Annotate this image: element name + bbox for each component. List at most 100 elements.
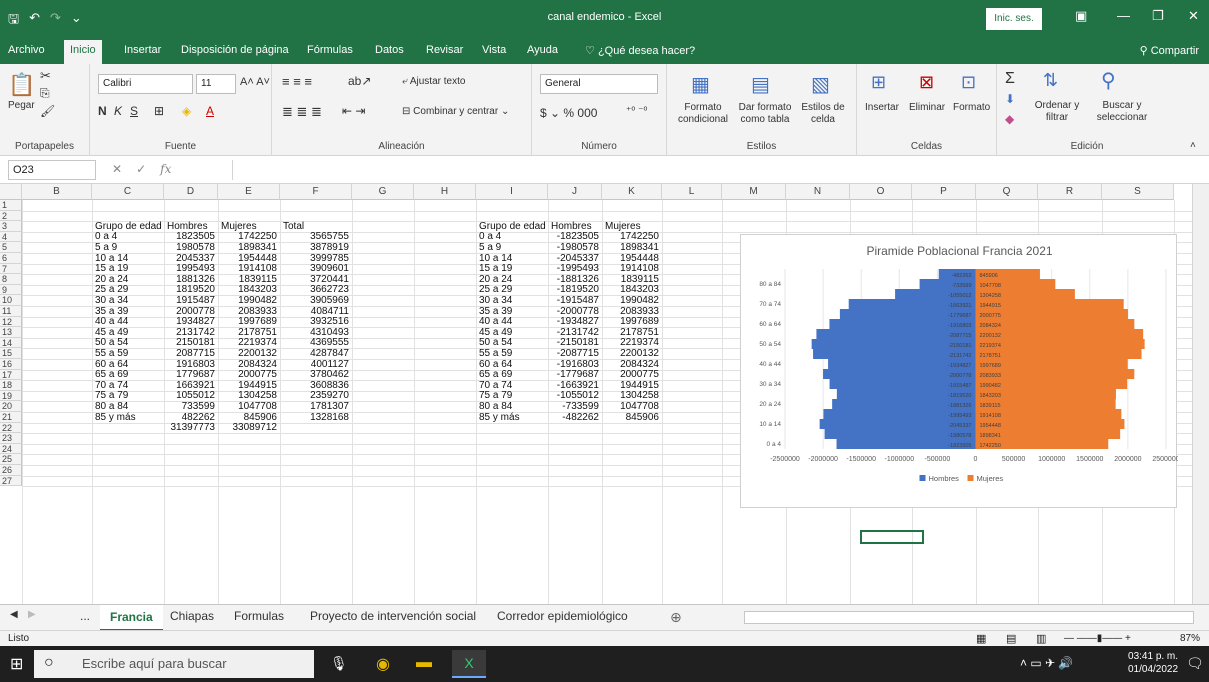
zoom-level[interactable]: 87%	[1180, 633, 1200, 644]
cell[interactable]: 31397773	[167, 423, 216, 434]
population-pyramid-chart[interactable]: Piramide Poblacional Francia 2021 -250000…	[740, 234, 1180, 508]
cell[interactable]: 4287847	[283, 349, 349, 360]
cell[interactable]: -733599	[551, 402, 599, 413]
conditional-format-icon[interactable]: ▦	[691, 72, 710, 97]
more-sheets[interactable]: ...	[80, 609, 90, 623]
next-sheet-icon[interactable]: ▶	[28, 609, 36, 620]
clear-icon[interactable]: ◆	[1005, 112, 1014, 126]
align-left-icon[interactable]: ≣ ≣ ≣	[282, 104, 322, 120]
cell[interactable]: -1915487	[551, 296, 599, 307]
microphone-icon[interactable]: 🎙	[330, 655, 348, 672]
indent-icon[interactable]: ⇤ ⇥	[342, 104, 365, 118]
row-header-20[interactable]: 20	[0, 401, 22, 412]
worksheet-grid[interactable]: BCDEFGHIJKLMNOPQRS 1 2 3 4 5 6 7 8 9 10 11 12 13 14 15…	[0, 184, 1209, 604]
column-header-G[interactable]: G	[352, 184, 414, 200]
add-sheet-icon[interactable]: ⊕	[670, 609, 682, 626]
vertical-scrollbar[interactable]	[1192, 184, 1209, 604]
tab-disposicion[interactable]: Disposición de página	[181, 44, 289, 56]
cell[interactable]: 2087715	[167, 349, 215, 360]
cell[interactable]: 80 a 84	[95, 402, 161, 413]
cell[interactable]: 85 y más	[479, 412, 545, 424]
cell[interactable]: -1980578	[551, 243, 599, 254]
normal-view-icon[interactable]: ▦	[976, 632, 986, 645]
row-header-23[interactable]: 23	[0, 433, 22, 444]
column-header-D[interactable]: D	[164, 184, 218, 200]
delete-cells-button[interactable]: Eliminar	[909, 102, 945, 113]
column-header-C[interactable]: C	[92, 184, 164, 200]
cell[interactable]: 1898341	[605, 243, 659, 254]
tab-inicio[interactable]: Inicio	[64, 40, 102, 64]
cell[interactable]: 3905969	[283, 296, 349, 307]
horizontal-scrollbar[interactable]	[744, 611, 1194, 624]
format-cells-button[interactable]: Formato	[953, 102, 990, 113]
sign-in-button[interactable]: Inic. ses.	[986, 8, 1042, 30]
number-format-select[interactable]: General	[540, 74, 658, 94]
row-header-5[interactable]: 5	[0, 242, 22, 253]
cell[interactable]: 1781307	[283, 402, 349, 413]
format-painter-icon[interactable]: 🖌	[40, 104, 55, 118]
row-header-8[interactable]: 8	[0, 274, 22, 285]
cell[interactable]: 5 a 9	[95, 243, 161, 254]
cell[interactable]: 55 a 59	[95, 349, 161, 360]
format-table-icon[interactable]: ▤	[751, 72, 770, 97]
tab-vista[interactable]: Vista	[482, 44, 506, 56]
notifications-icon[interactable]: 🗨	[1186, 655, 1204, 672]
minimize-icon[interactable]: —	[1117, 8, 1130, 23]
row-header-3[interactable]: 3	[0, 221, 22, 232]
find-icon[interactable]: ⚲	[1101, 68, 1116, 93]
column-header-P[interactable]: P	[912, 184, 976, 200]
select-all-corner[interactable]	[0, 184, 22, 200]
copy-icon[interactable]: ⎘	[40, 86, 50, 101]
italic-button[interactable]: K	[114, 104, 122, 118]
taskbar-search[interactable]: ○ Escribe aquí para buscar	[34, 650, 314, 678]
cell[interactable]: 80 a 84	[479, 402, 545, 413]
cancel-icon[interactable]: ✕	[112, 162, 122, 176]
active-cell[interactable]	[860, 530, 924, 544]
row-header-2[interactable]: 2	[0, 210, 22, 222]
font-name-select[interactable]: Calibri	[98, 74, 193, 94]
merge-center-button[interactable]: ⊟ Combinar y centrar ⌄	[402, 106, 509, 117]
share-button[interactable]: ⚲ Compartir	[1140, 44, 1199, 57]
row-header-15[interactable]: 15	[0, 348, 22, 359]
autosum-icon[interactable]: Σ	[1005, 70, 1015, 88]
underline-button[interactable]: S	[130, 104, 138, 118]
tab-datos[interactable]: Datos	[375, 44, 404, 56]
prev-sheet-icon[interactable]: ◀	[10, 609, 18, 620]
paste-button[interactable]: Pegar	[8, 100, 35, 111]
fill-icon[interactable]: ⬇	[1005, 92, 1015, 106]
row-header-13[interactable]: 13	[0, 327, 22, 338]
tab-formulas[interactable]: Fórmulas	[307, 44, 353, 56]
row-header-9[interactable]: 9	[0, 284, 22, 296]
row-header-7[interactable]: 7	[0, 263, 22, 275]
tab-corredor[interactable]: Corredor epidemiológico	[497, 609, 628, 623]
insert-cells-button[interactable]: Insertar	[865, 102, 899, 113]
enter-icon[interactable]: ✓	[136, 162, 146, 176]
excel-taskbar-icon[interactable]: X	[452, 650, 486, 678]
cell-styles-icon[interactable]: ▧	[811, 72, 830, 97]
row-header-19[interactable]: 19	[0, 390, 22, 402]
close-icon[interactable]: ✕	[1188, 8, 1199, 24]
row-header-25[interactable]: 25	[0, 454, 22, 465]
format-cells-icon[interactable]: ⊡	[961, 72, 976, 93]
cell[interactable]: 55 a 59	[479, 349, 545, 360]
tab-francia[interactable]: Francia	[100, 605, 163, 631]
sort-filter-button[interactable]: Ordenar y filtrar	[1029, 100, 1085, 124]
cell[interactable]: -482262	[551, 412, 599, 424]
tab-revisar[interactable]: Revisar	[426, 44, 463, 56]
cell[interactable]: 1328168	[283, 412, 349, 424]
file-explorer-icon[interactable]: ▬	[416, 654, 432, 672]
name-box[interactable]: O23	[8, 160, 96, 180]
column-header-F[interactable]: F	[280, 184, 352, 200]
cell[interactable]: 1980578	[167, 243, 215, 254]
row-header-26[interactable]: 26	[0, 465, 22, 476]
column-header-I[interactable]: I	[476, 184, 548, 200]
conditional-format-button[interactable]: Formato condicional	[673, 102, 733, 126]
cell[interactable]: 1915487	[167, 296, 215, 307]
cell[interactable]: -2087715	[551, 349, 599, 360]
cut-icon[interactable]: ✂	[40, 68, 51, 84]
column-header-N[interactable]: N	[786, 184, 850, 200]
column-header-J[interactable]: J	[548, 184, 602, 200]
column-header-E[interactable]: E	[218, 184, 280, 200]
collapse-ribbon-icon[interactable]: ˄	[1190, 140, 1196, 151]
cell[interactable]: 5 a 9	[479, 243, 545, 254]
